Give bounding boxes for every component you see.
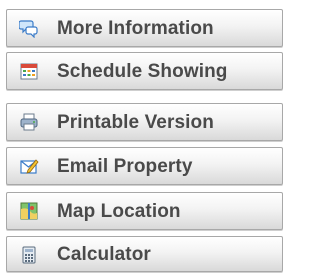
menu-item-label: Email Property [57, 156, 193, 177]
speech-bubbles-icon [19, 18, 39, 38]
menu-item-label: Schedule Showing [57, 61, 228, 82]
schedule-showing-button[interactable]: Schedule Showing [6, 52, 283, 90]
more-information-button[interactable]: More Information [6, 9, 283, 47]
email-property-button[interactable]: Email Property [6, 147, 283, 185]
menu-item-label: Map Location [57, 201, 181, 222]
map-icon [19, 201, 39, 221]
printer-icon [19, 112, 39, 132]
map-location-button[interactable]: Map Location [6, 192, 283, 230]
menu-item-label: Calculator [57, 244, 151, 265]
property-action-menu: More Information Schedule Showing Printa… [0, 0, 291, 274]
email-pencil-icon [19, 156, 39, 176]
calculator-icon [19, 245, 39, 265]
menu-item-label: More Information [57, 18, 214, 39]
printable-version-button[interactable]: Printable Version [6, 103, 283, 141]
menu-item-label: Printable Version [57, 112, 214, 133]
calendar-icon [19, 61, 39, 81]
calculator-button[interactable]: Calculator [6, 236, 283, 272]
